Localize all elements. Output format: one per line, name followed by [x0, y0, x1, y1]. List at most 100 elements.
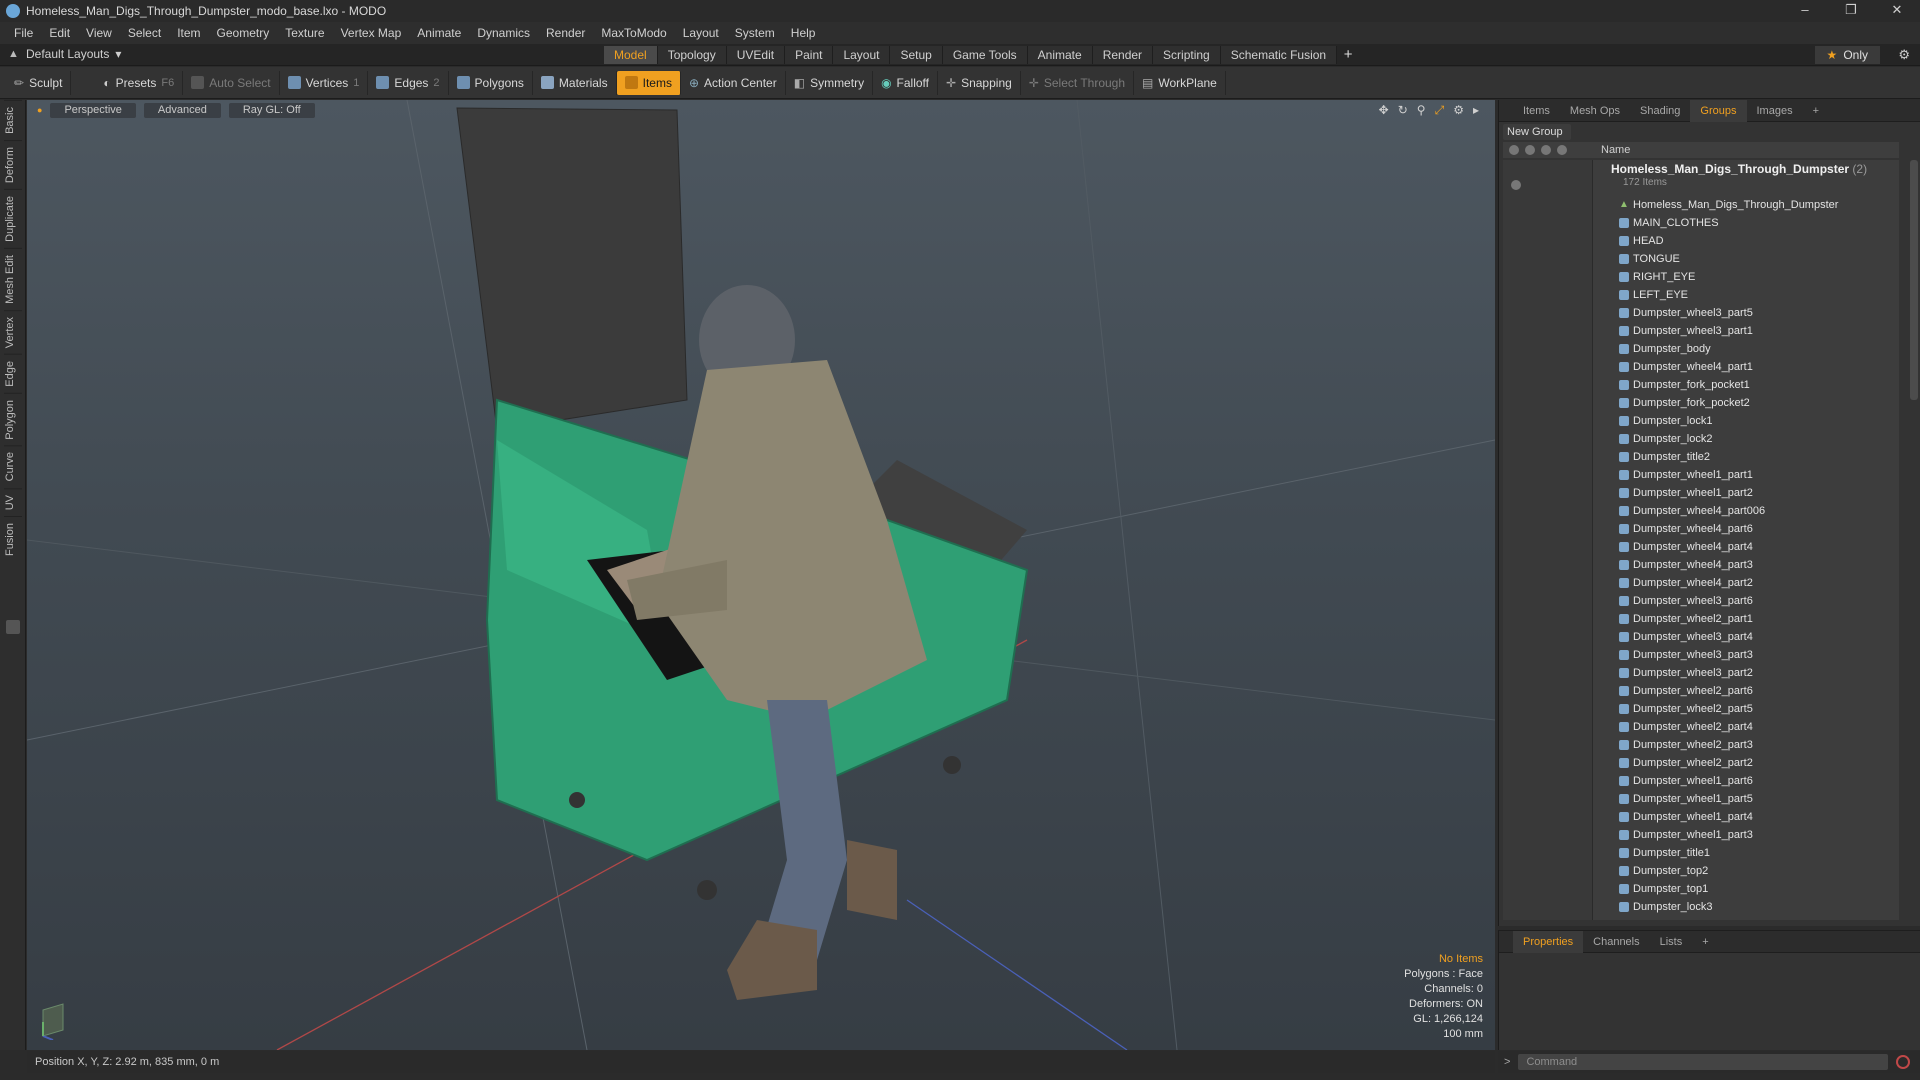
list-item[interactable]: Dumpster_lock2 [1593, 430, 1893, 448]
tree-scrollbar[interactable] [1910, 160, 1918, 400]
tab-animate[interactable]: Animate [1027, 46, 1093, 64]
tab-groups[interactable]: Groups [1690, 99, 1747, 122]
shading-mode-dropdown[interactable]: Advanced [143, 102, 221, 118]
list-item[interactable]: RIGHT_EYE [1593, 268, 1893, 286]
workplane-button[interactable]: ▤ WorkPlane [1134, 70, 1226, 95]
materials-button[interactable]: Materials [533, 70, 617, 95]
tab-items[interactable]: Items [1513, 100, 1560, 122]
tab-setup[interactable]: Setup [890, 46, 943, 64]
restore-icon[interactable]: ❐ [1828, 0, 1874, 22]
left-tab-uv[interactable]: UV [3, 487, 22, 517]
name-column-header[interactable]: Name [1589, 144, 1630, 156]
left-tab-vertex[interactable]: Vertex [3, 309, 22, 354]
expand-arrow-icon[interactable]: ▸ [1473, 103, 1479, 118]
snapping-button[interactable]: ✛ Snapping [938, 70, 1021, 95]
menu-render[interactable]: Render [538, 26, 593, 40]
menu-edit[interactable]: Edit [41, 26, 78, 40]
tab-layout[interactable]: Layout [833, 46, 891, 64]
record-icon[interactable] [1896, 1055, 1911, 1069]
menu-animate[interactable]: Animate [409, 26, 469, 40]
items-button[interactable]: Items [616, 70, 681, 95]
presets-button[interactable]: ◐ Presets F6 [95, 70, 184, 95]
new-group-button[interactable]: New Group [1503, 124, 1571, 140]
list-item[interactable]: Dumpster_wheel4_part006 [1593, 502, 1893, 520]
eye-icon[interactable] [1511, 180, 1521, 190]
menu-texture[interactable]: Texture [277, 26, 332, 40]
close-icon[interactable]: ✕ [1874, 0, 1920, 22]
list-item[interactable]: Dumpster_title2 [1593, 448, 1893, 466]
symmetry-button[interactable]: ◧ Symmetry [786, 70, 874, 95]
command-input[interactable]: Command [1518, 1054, 1889, 1070]
only-toggle[interactable]: ★ Only [1814, 46, 1880, 64]
list-item[interactable]: Dumpster_wheel3_part5 [1593, 304, 1893, 322]
left-tab-duplicate[interactable]: Duplicate [3, 188, 22, 248]
falloff-button[interactable]: ◉ Falloff [873, 70, 939, 95]
rotate-icon[interactable]: ↻ [1398, 103, 1408, 118]
tab-model[interactable]: Model [604, 46, 658, 64]
sculpt-button[interactable]: ✏ Sculpt [6, 70, 72, 95]
group-root-row[interactable]: Homeless_Man_Digs_Through_Dumpster (2) 1… [1593, 160, 1893, 194]
menu-layout[interactable]: Layout [675, 26, 727, 40]
list-item[interactable]: Dumpster_wheel3_part4 [1593, 628, 1893, 646]
list-item[interactable]: LEFT_EYE [1593, 286, 1893, 304]
add-tab-icon[interactable]: + [1803, 100, 1829, 122]
left-tab-deform[interactable]: Deform [3, 139, 22, 189]
tab-lists[interactable]: Lists [1650, 931, 1693, 953]
select-icon[interactable] [1557, 145, 1567, 155]
left-tab-curve[interactable]: Curve [3, 445, 22, 488]
viewport-settings-icon[interactable]: ⚙ [1453, 103, 1464, 118]
zoom-icon[interactable]: ⚲ [1417, 103, 1426, 118]
list-item[interactable]: Dumpster_wheel1_part5 [1593, 790, 1893, 808]
tab-scripting[interactable]: Scripting [1153, 46, 1221, 64]
tab-mesh-ops[interactable]: Mesh Ops [1560, 100, 1630, 122]
left-tab-mesh-edit[interactable]: Mesh Edit [3, 247, 22, 310]
list-item[interactable]: Dumpster_body [1593, 340, 1893, 358]
menu-dynamics[interactable]: Dynamics [469, 26, 538, 40]
action-center-button[interactable]: ⊕ Action Center [681, 70, 786, 95]
left-tab-fusion[interactable]: Fusion [3, 516, 22, 563]
list-item[interactable]: Dumpster_top1 [1593, 880, 1893, 898]
list-item[interactable]: Dumpster_wheel3_part6 [1593, 592, 1893, 610]
tab-uvedit[interactable]: UVEdit [726, 46, 786, 64]
tab-properties[interactable]: Properties [1513, 930, 1584, 953]
list-item[interactable]: HEAD [1593, 232, 1893, 250]
menu-vertex-map[interactable]: Vertex Map [333, 26, 410, 40]
panel-gripper[interactable] [6, 620, 20, 634]
list-item[interactable]: Dumpster_wheel1_part2 [1593, 484, 1893, 502]
list-item[interactable]: Dumpster_wheel4_part2 [1593, 574, 1893, 592]
raygl-toggle[interactable]: Ray GL: Off [228, 102, 315, 118]
tab-paint[interactable]: Paint [785, 46, 834, 64]
gear-icon[interactable]: ⚙ [1898, 47, 1910, 63]
select-through-button[interactable]: ✛ Select Through [1021, 70, 1135, 95]
menu-geometry[interactable]: Geometry [209, 26, 278, 40]
list-item[interactable]: Dumpster_top2 [1593, 862, 1893, 880]
list-item[interactable]: ▲ Homeless_Man_Digs_Through_Dumpster [1593, 196, 1893, 214]
menu-system[interactable]: System [727, 26, 783, 40]
menu-select[interactable]: Select [120, 26, 169, 40]
polygons-button[interactable]: Polygons [449, 70, 533, 95]
fit-icon[interactable]: ⤢ [1435, 103, 1445, 118]
list-item[interactable]: Dumpster_wheel1_part3 [1593, 826, 1893, 844]
list-item[interactable]: Dumpster_wheel2_part3 [1593, 736, 1893, 754]
list-item[interactable]: Dumpster_wheel1_part6 [1593, 772, 1893, 790]
menu-maxtomodo[interactable]: MaxToModo [593, 26, 674, 40]
viewport-menu-icon[interactable]: ● [37, 105, 42, 115]
eye-icon[interactable] [1509, 145, 1519, 155]
list-item[interactable]: Dumpster_wheel3_part2 [1593, 664, 1893, 682]
list-item[interactable]: Dumpster_wheel4_part4 [1593, 538, 1893, 556]
tab-images[interactable]: Images [1747, 100, 1803, 122]
left-tab-polygon[interactable]: Polygon [3, 392, 22, 446]
tab-schematic-fusion[interactable]: Schematic Fusion [1220, 46, 1338, 64]
tab-game-tools[interactable]: Game Tools [942, 46, 1028, 64]
lock-icon[interactable] [1541, 145, 1551, 155]
add-tab-icon[interactable]: + [1692, 931, 1718, 953]
list-item[interactable]: Dumpster_title1 [1593, 844, 1893, 862]
menu-item[interactable]: Item [169, 26, 208, 40]
tab-render[interactable]: Render [1092, 46, 1154, 64]
minimize-icon[interactable]: – [1782, 0, 1828, 22]
pan-icon[interactable]: ✥ [1379, 103, 1389, 118]
list-item[interactable]: Dumpster_wheel2_part2 [1593, 754, 1893, 772]
list-item[interactable]: Dumpster_wheel3_part1 [1593, 322, 1893, 340]
left-tab-edge[interactable]: Edge [3, 353, 22, 393]
3d-viewport[interactable]: ● Perspective Advanced Ray GL: Off ✥ ↻ ⚲… [27, 100, 1495, 1050]
